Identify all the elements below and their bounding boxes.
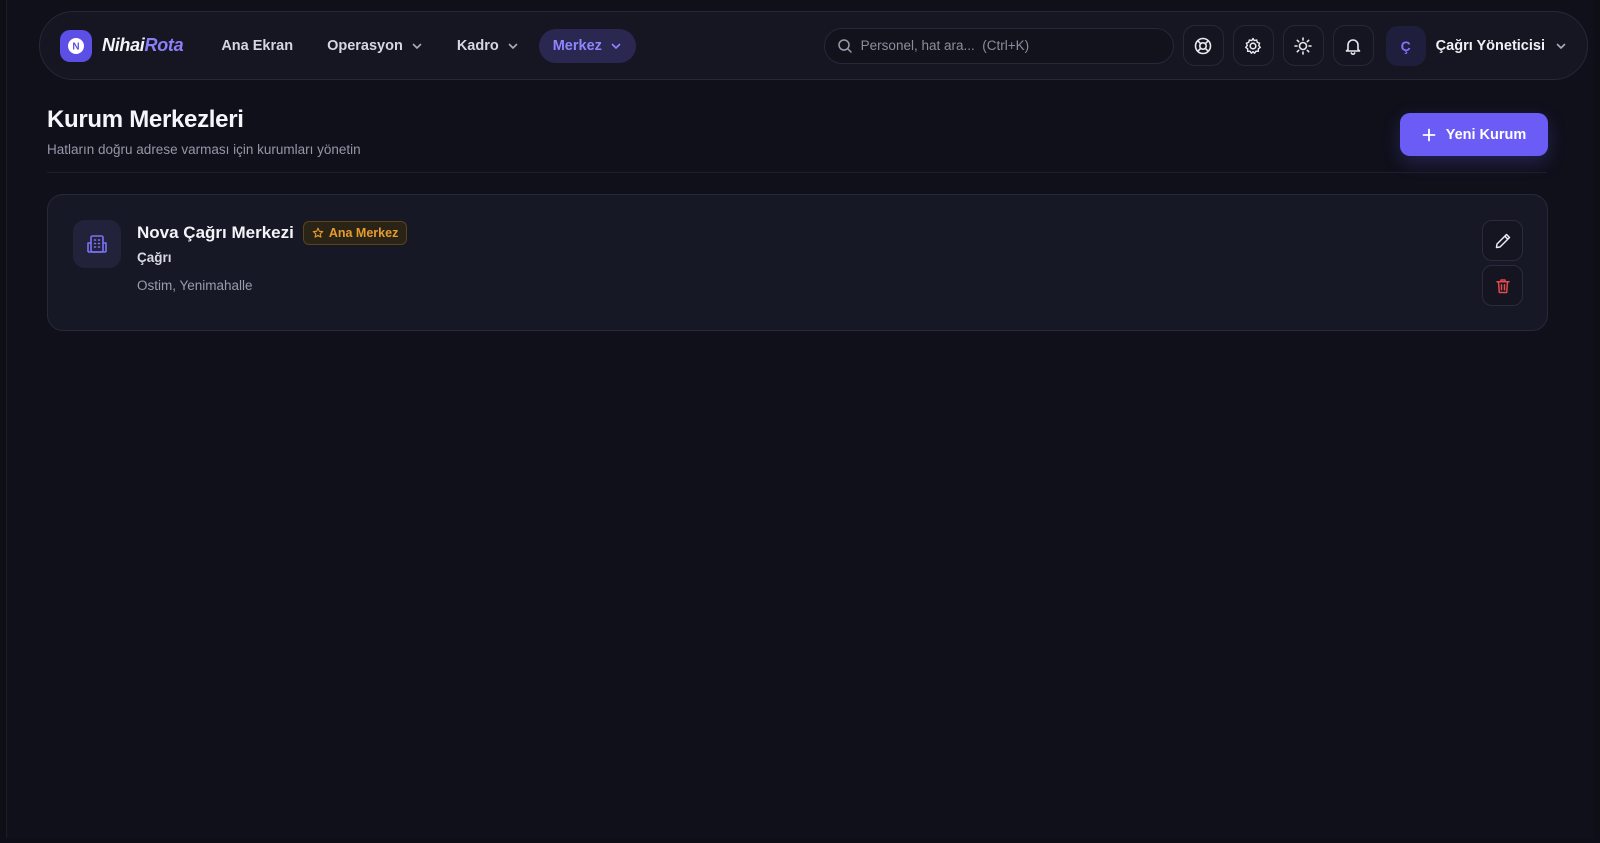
gear-icon [1245, 37, 1262, 54]
delete-center-button[interactable] [1482, 265, 1523, 306]
app-window: N NihaiRota Ana Ekran Operasyon Kadro Me… [6, 0, 1594, 838]
building-icon [87, 235, 107, 253]
center-card: Nova Çağrı Merkezi Ana Merkez Çağrı Osti… [47, 194, 1548, 331]
chevron-down-icon [1556, 43, 1566, 49]
edit-center-button[interactable] [1482, 220, 1523, 261]
new-center-button[interactable]: Yeni Kurum [1400, 113, 1548, 156]
nav-item-label: Kadro [456, 37, 499, 54]
help-button[interactable] [1182, 25, 1224, 66]
nav-item-operasyon[interactable]: Operasyon [313, 29, 437, 63]
brand-logo[interactable]: N NihaiRota [60, 29, 184, 62]
theme-toggle-button[interactable] [1282, 25, 1324, 66]
main-center-badge: Ana Merkez [302, 221, 408, 245]
pencil-icon [1495, 233, 1510, 248]
brand-name: NihaiRota [102, 35, 184, 56]
nav-item-label: Operasyon [327, 37, 403, 54]
bell-icon [1345, 38, 1361, 55]
page-title: Kurum Merkezleri [47, 106, 244, 133]
nav-item-ana-ekran[interactable]: Ana Ekran [207, 29, 307, 63]
nav-item-merkez[interactable]: Merkez [538, 28, 636, 63]
center-icon-container [73, 220, 121, 268]
nav-item-label: Ana Ekran [221, 37, 294, 54]
nav-item-kadro[interactable]: Kadro [443, 29, 533, 63]
center-name: Nova Çağrı Merkezi [137, 223, 294, 242]
plus-icon [1422, 128, 1436, 141]
header-divider [47, 172, 1547, 173]
new-center-button-label: Yeni Kurum [1445, 126, 1527, 143]
badge-label: Ana Merkez [328, 226, 399, 240]
page-header: Kurum Merkezleri Hatların doğru adrese v… [47, 106, 1547, 157]
settings-button[interactable] [1232, 25, 1274, 66]
center-address: Ostim, Yenimahalle [137, 278, 253, 293]
search-icon [837, 38, 852, 53]
center-type: Çağrı [137, 250, 172, 265]
top-navbar: N NihaiRota Ana Ekran Operasyon Kadro Me… [39, 11, 1588, 80]
search-input[interactable] [860, 38, 1161, 53]
user-menu[interactable]: Ç Çağrı Yöneticisi [1385, 25, 1567, 66]
help-lifebuoy-icon [1194, 37, 1212, 54]
chevron-down-icon [508, 43, 518, 49]
page-subtitle: Hatların doğru adrese varması için kurum… [47, 142, 361, 157]
sun-icon [1294, 36, 1312, 55]
trash-icon [1495, 278, 1510, 293]
center-title-row: Nova Çağrı Merkezi Ana Merkez [137, 221, 408, 245]
logo-badge-icon: N [60, 29, 92, 62]
chevron-down-icon [412, 43, 422, 49]
avatar: Ç [1385, 25, 1426, 66]
chevron-down-icon [611, 43, 621, 49]
search-box [823, 27, 1174, 64]
notifications-button[interactable] [1332, 25, 1374, 66]
brand-name-part1: Nihai [102, 35, 145, 55]
brand-name-part2: Rota [144, 35, 184, 55]
star-icon [312, 227, 324, 238]
nav-item-label: Merkez [552, 37, 602, 54]
main-nav: Ana Ekran Operasyon Kadro Merkez [207, 28, 636, 63]
logo-letter: N [72, 41, 79, 52]
user-name: Çağrı Yöneticisi [1435, 37, 1545, 54]
